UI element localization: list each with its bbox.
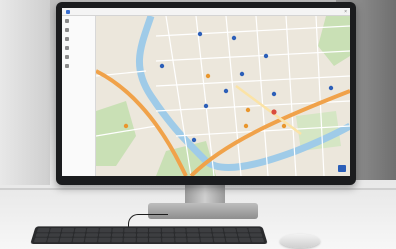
map-view[interactable]: [96, 16, 350, 176]
marker-orange-icon[interactable]: [245, 107, 251, 113]
home-icon: [65, 18, 69, 23]
screen: ×: [62, 8, 350, 176]
marker-blue-icon[interactable]: [271, 91, 277, 97]
marker-blue-icon[interactable]: [231, 35, 237, 41]
route-icon: [65, 36, 69, 41]
marker-orange-icon[interactable]: [123, 123, 129, 129]
mouse: [280, 234, 320, 248]
sidebar-item-1[interactable]: [62, 16, 95, 25]
map-canvas[interactable]: [96, 16, 350, 176]
marker-blue-icon[interactable]: [263, 53, 269, 59]
marker-blue-icon[interactable]: [239, 71, 245, 77]
marker-blue-icon[interactable]: [203, 103, 209, 109]
map-action-button[interactable]: [338, 165, 346, 172]
sidebar-item-6[interactable]: [62, 61, 95, 70]
sidebar-item-5[interactable]: [62, 52, 95, 61]
list-icon: [65, 54, 69, 59]
app-logo-icon: [66, 10, 70, 14]
sidebar-item-3[interactable]: [62, 34, 95, 43]
marker-orange-icon[interactable]: [205, 73, 211, 79]
pin-icon: [65, 45, 69, 50]
wall: [0, 0, 50, 185]
marker-red-icon[interactable]: [271, 109, 277, 115]
settings-icon: [65, 63, 69, 68]
layers-icon: [65, 27, 69, 32]
keyboard: [30, 226, 268, 245]
marker-orange-icon[interactable]: [243, 123, 249, 129]
marker-blue-icon[interactable]: [159, 63, 165, 69]
marker-blue-icon[interactable]: [223, 88, 229, 94]
marker-blue-icon[interactable]: [197, 31, 203, 37]
monitor: ×: [56, 2, 356, 185]
app-titlebar: ×: [62, 8, 350, 16]
marker-orange-icon[interactable]: [281, 123, 287, 129]
sidebar-item-4[interactable]: [62, 43, 95, 52]
marker-blue-icon[interactable]: [328, 85, 334, 91]
sidebar: [62, 16, 96, 176]
marker-blue-icon[interactable]: [191, 137, 197, 143]
sidebar-item-2[interactable]: [62, 25, 95, 34]
close-icon[interactable]: ×: [344, 9, 347, 15]
